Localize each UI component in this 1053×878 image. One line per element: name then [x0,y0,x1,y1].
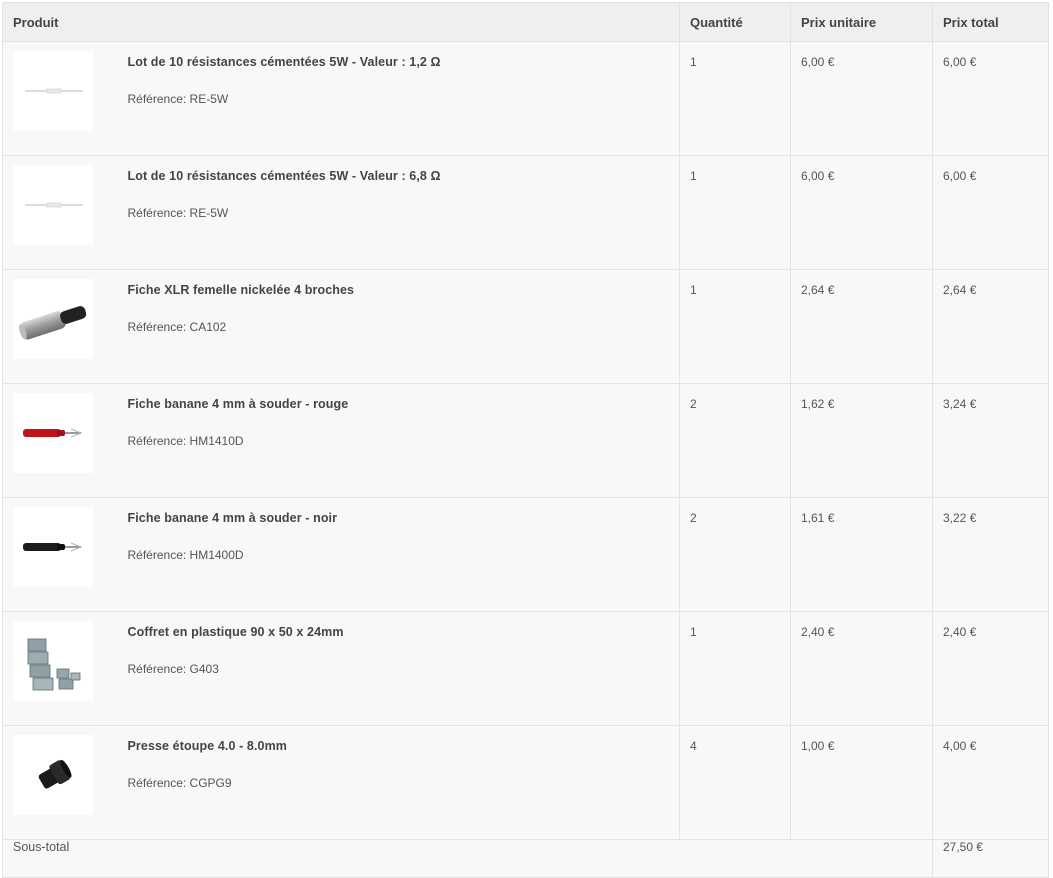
product-image[interactable] [13,621,93,701]
table-row: Fiche XLR femelle nickelée 4 broches Réf… [2,269,1049,384]
product-name[interactable]: Lot de 10 résistances cémentées 5W - Val… [128,169,670,183]
unit-price-cell: 2,64 € [790,269,933,384]
quantity-cell: 4 [679,725,791,840]
banana-plug-black-icon [23,542,83,552]
product-reference: Référence: RE-5W [127,206,229,220]
total-price-cell: 4,00 € [932,725,1049,840]
unit-price-cell: 2,40 € [790,611,933,726]
unit-price-cell: 6,00 € [790,155,933,270]
product-image[interactable] [13,165,93,245]
total-price-cell: 3,22 € [932,497,1049,612]
header-product: Produit [2,2,680,42]
quantity-cell: 1 [679,611,791,726]
resistor-icon [25,88,83,94]
subtotal-label: Sous-total [2,839,933,878]
product-image[interactable] [13,507,93,587]
table-row: Presse étoupe 4.0 - 8.0mm Référence: CGP… [2,725,1049,840]
total-price-cell: 3,24 € [932,383,1049,498]
cart-table: Produit Quantité Prix unitaire Prix tota… [2,2,1049,878]
product-name[interactable]: Fiche banane 4 mm à souder - noir [128,511,670,525]
plastic-enclosure-icon [27,638,81,691]
quantity-cell: 2 [679,497,791,612]
product-image[interactable] [13,735,93,815]
total-price-cell: 6,00 € [932,41,1049,156]
product-name[interactable]: Fiche banane 4 mm à souder - rouge [128,397,670,411]
product-name[interactable]: Fiche XLR femelle nickelée 4 broches [128,283,670,297]
table-row: Lot de 10 résistances cémentées 5W - Val… [2,155,1049,270]
total-price-cell: 2,64 € [932,269,1049,384]
quantity-cell: 1 [679,155,791,270]
total-price-cell: 6,00 € [932,155,1049,270]
table-row: Fiche banane 4 mm à souder - noir Référe… [2,497,1049,612]
quantity-cell: 2 [679,383,791,498]
total-price-cell: 2,40 € [932,611,1049,726]
header-unit-price: Prix unitaire [790,2,933,42]
product-image[interactable] [13,393,93,473]
product-name[interactable]: Presse étoupe 4.0 - 8.0mm [128,739,670,753]
product-reference: Référence: G403 [127,662,219,676]
header-total-price: Prix total [932,2,1049,42]
cart-header: Produit Quantité Prix unitaire Prix tota… [2,2,1049,42]
table-row: Coffret en plastique 90 x 50 x 24mm Réfé… [2,611,1049,726]
subtotal-row: Sous-total 27,50 € [2,839,1049,878]
product-reference: Référence: CGPG9 [127,776,232,790]
subtotal-value: 27,50 € [932,839,1049,878]
product-reference: Référence: HM1400D [127,548,244,562]
xlr-connector-icon [19,306,87,340]
table-row: Lot de 10 résistances cémentées 5W - Val… [2,41,1049,156]
quantity-cell: 1 [679,269,791,384]
unit-price-cell: 1,61 € [790,497,933,612]
unit-price-cell: 1,62 € [790,383,933,498]
product-reference: Référence: HM1410D [127,434,244,448]
product-image[interactable] [13,51,93,131]
cable-gland-icon [38,759,72,789]
product-reference: Référence: RE-5W [127,92,229,106]
product-image[interactable] [13,279,93,359]
resistor-icon [25,202,83,208]
table-row: Fiche banane 4 mm à souder - rouge Référ… [2,383,1049,498]
unit-price-cell: 6,00 € [790,41,933,156]
product-reference: Référence: CA102 [127,320,227,334]
product-name[interactable]: Coffret en plastique 90 x 50 x 24mm [128,625,670,639]
header-quantity: Quantité [679,2,791,42]
unit-price-cell: 1,00 € [790,725,933,840]
quantity-cell: 1 [679,41,791,156]
product-name[interactable]: Lot de 10 résistances cémentées 5W - Val… [128,55,670,69]
banana-plug-red-icon [23,428,83,438]
